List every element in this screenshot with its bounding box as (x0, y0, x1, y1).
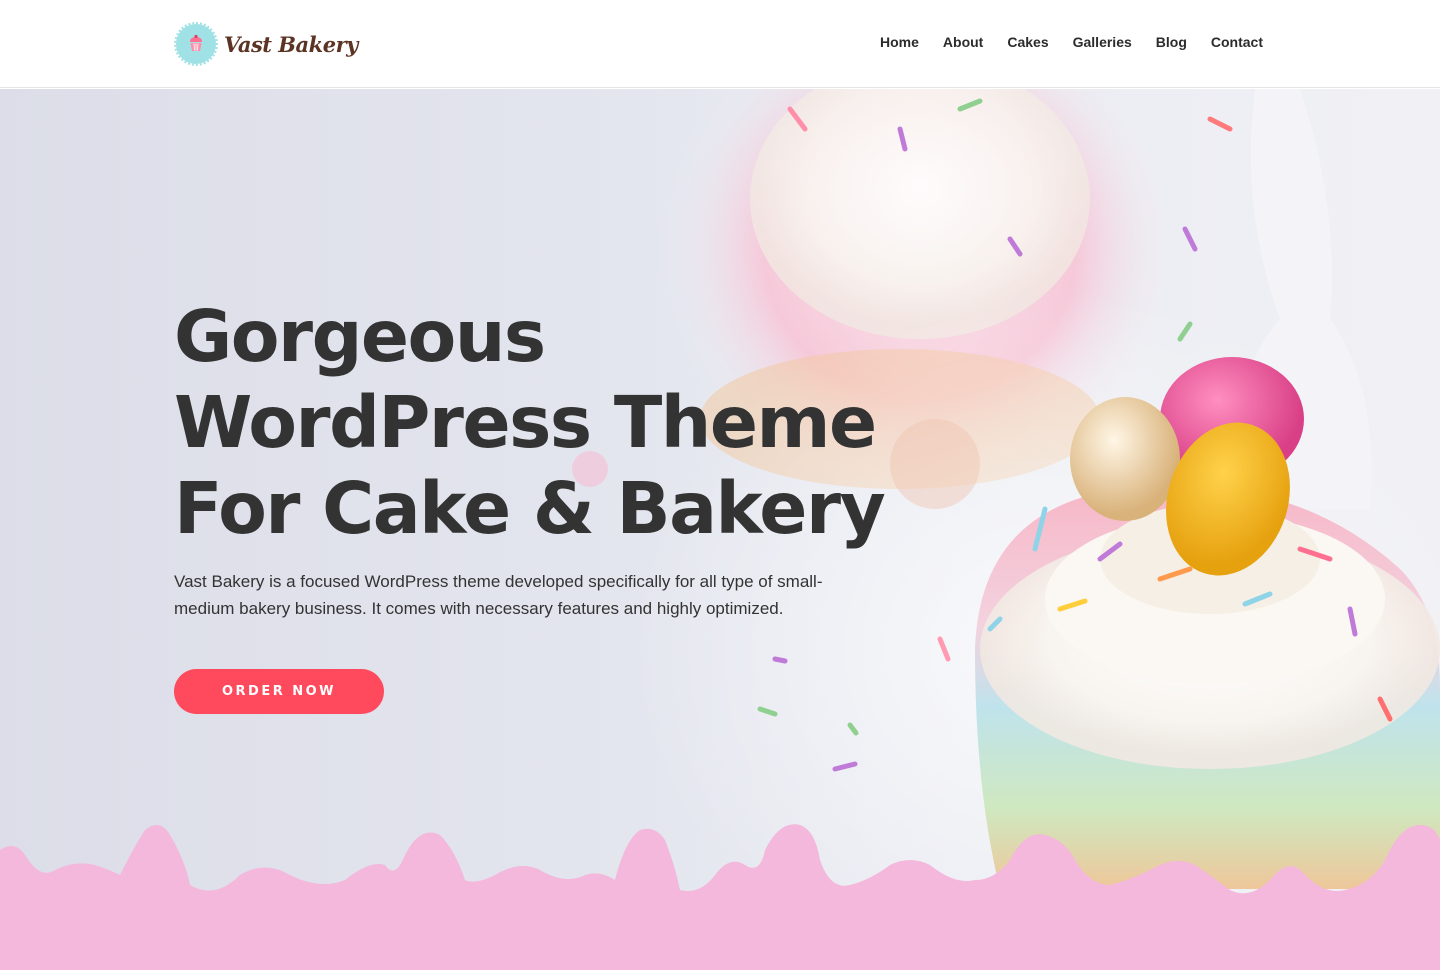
hero-description: Vast Bakery is a focused WordPress theme… (174, 572, 823, 618)
nav-item-home[interactable]: Home (880, 34, 919, 50)
nav-item-blog[interactable]: Blog (1156, 34, 1187, 50)
nav-item-cakes[interactable]: Cakes (1007, 34, 1048, 50)
nav-item-about[interactable]: About (943, 34, 983, 50)
logo-text: Vast Bakery (224, 31, 358, 57)
logo[interactable]: Vast Bakery (174, 22, 358, 66)
site-header: Vast Bakery Home About Cakes Galleries B… (0, 0, 1440, 88)
nav-item-galleries[interactable]: Galleries (1073, 34, 1132, 50)
page: Vast Bakery Home About Cakes Galleries B… (0, 0, 1440, 970)
main-nav: Home About Cakes Galleries Blog Contact (880, 34, 1263, 50)
order-now-button[interactable]: ORDER NOW (174, 669, 384, 714)
nav-item-contact[interactable]: Contact (1211, 34, 1263, 50)
hero-title-line-3: For Cake & Bakery (174, 467, 886, 550)
hero-title-line-1: Gorgeous (174, 295, 546, 378)
cupcake-icon (174, 22, 218, 66)
hero-section: Gorgeous WordPress Theme For Cake & Bake… (0, 89, 1440, 970)
pink-drip-divider (0, 824, 1440, 970)
hero-title: Gorgeous WordPress Theme For Cake & Bake… (174, 294, 894, 552)
hero-title-line-2: WordPress Theme (174, 381, 877, 464)
